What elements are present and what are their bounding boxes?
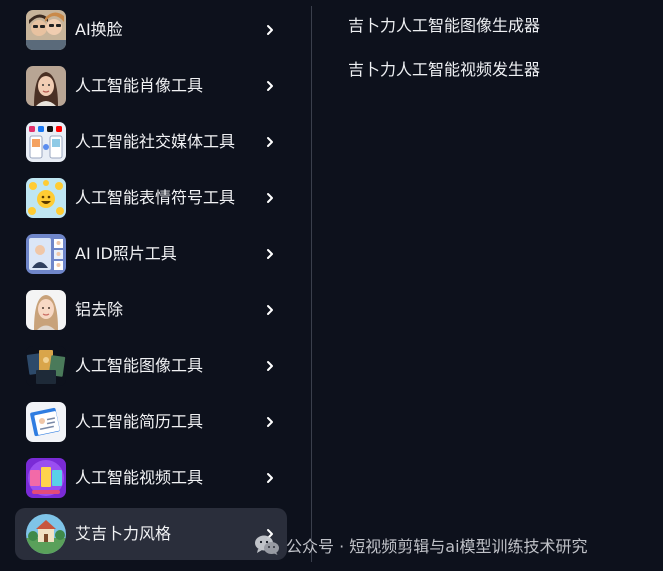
social-media-thumbnail-icon [26,122,66,162]
portrait-thumbnail-icon [26,66,66,106]
resume-thumbnail-icon [26,402,66,442]
menu-item-social-media-tools[interactable]: 人工智能社交媒体工具 [15,116,287,168]
menu-item-portrait-tools[interactable]: 人工智能肖像工具 [15,60,287,112]
chevron-right-icon [267,193,273,203]
chevron-right-icon [267,305,273,315]
menu-item-removal[interactable]: 铝去除 [15,284,287,336]
menu-item-image-tools[interactable]: 人工智能图像工具 [15,340,287,392]
id-photo-thumbnail-icon [26,234,66,274]
menu-item-label: AI ID照片工具 [75,244,177,263]
watermark-text: 公众号 · 短视频剪辑与ai模型训练技术研究 [286,537,588,556]
face-swap-thumbnail-icon [26,10,66,50]
menu-item-label: 人工智能社交媒体工具 [75,132,236,151]
submenu-item-ghibli-image-generator[interactable]: 吉卜力人工智能图像生成器 [348,8,540,52]
chevron-right-icon [267,249,273,259]
chevron-right-icon [267,361,273,371]
chevron-right-icon [267,81,273,91]
menu-item-label: 人工智能简历工具 [75,412,204,431]
ghibli-style-thumbnail-icon [26,514,66,554]
category-menu: AI换脸 人工智能肖像工具 人工智能社交媒体工具 人工智能表情符号工具 AI I… [15,4,287,564]
menu-item-label: AI换脸 [75,20,123,39]
chevron-right-icon [267,137,273,147]
image-tools-thumbnail-icon [26,346,66,386]
menu-divider [311,6,312,562]
menu-item-label: 人工智能图像工具 [75,356,204,375]
submenu-item-ghibli-video-generator[interactable]: 吉卜力人工智能视频发生器 [348,52,540,96]
menu-item-label: 人工智能肖像工具 [75,76,204,95]
submenu: 吉卜力人工智能图像生成器 吉卜力人工智能视频发生器 [348,8,540,96]
chevron-right-icon [267,417,273,427]
emoji-thumbnail-icon [26,178,66,218]
nav-dropdown-panel: AI换脸 人工智能肖像工具 人工智能社交媒体工具 人工智能表情符号工具 AI I… [0,0,663,571]
menu-item-label: 艾吉卜力风格 [75,524,172,543]
menu-item-ai-face-swap[interactable]: AI换脸 [15,4,287,56]
menu-item-label: 人工智能视频工具 [75,468,204,487]
menu-item-ghibli-style[interactable]: 艾吉卜力风格 [15,508,287,560]
removal-thumbnail-icon [26,290,66,330]
chevron-right-icon [267,25,273,35]
menu-item-resume-tools[interactable]: 人工智能简历工具 [15,396,287,448]
menu-item-video-tools[interactable]: 人工智能视频工具 [15,452,287,504]
menu-item-label: 铝去除 [75,300,124,319]
watermark: 公众号 · 短视频剪辑与ai模型训练技术研究 [254,531,588,559]
chevron-right-icon [267,473,273,483]
video-tools-thumbnail-icon [26,458,66,498]
menu-item-emoji-tools[interactable]: 人工智能表情符号工具 [15,172,287,224]
menu-item-id-photo-tools[interactable]: AI ID照片工具 [15,228,287,280]
wechat-logo-icon [255,535,279,555]
menu-item-label: 人工智能表情符号工具 [75,188,236,207]
